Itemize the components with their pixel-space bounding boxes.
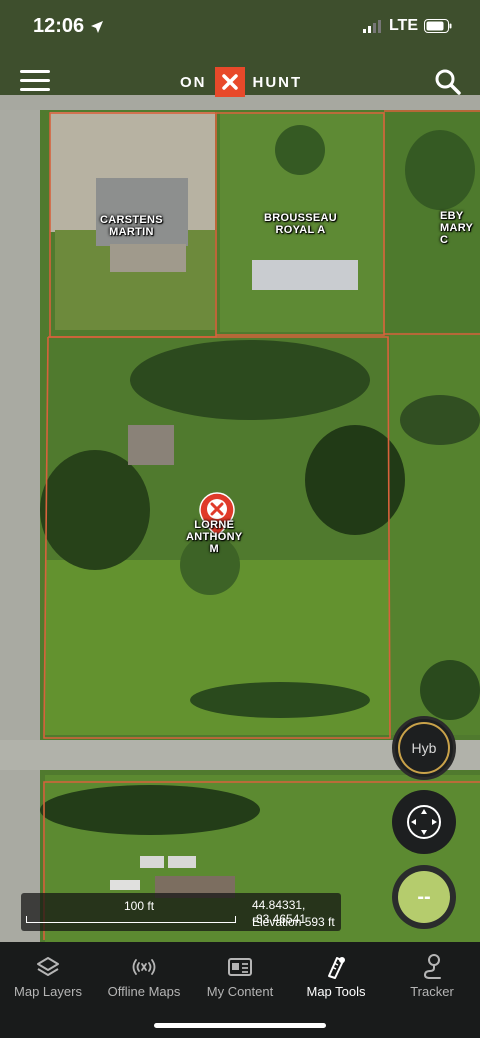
logo-x-icon — [214, 67, 245, 97]
parcel-label-brousseau: BROUSSEAU ROYAL A — [264, 212, 337, 236]
logo-text-right: HUNT — [252, 73, 303, 91]
tab-label: Offline Maps — [107, 984, 181, 999]
offline-icon — [96, 950, 192, 984]
status-indicators: LTE — [362, 17, 452, 35]
status-bar: 12:06 LTE — [0, 0, 480, 52]
tab-map-layers[interactable]: Map Layers — [0, 950, 96, 999]
signal-icon — [362, 20, 381, 33]
network-label: LTE — [388, 17, 418, 34]
tracker-icon — [384, 950, 480, 984]
scale-coordinates-panel: 100 ft 44.84331, -83.46541 Elevation 593… — [21, 893, 341, 931]
gps-location-button[interactable]: -- — [392, 865, 456, 929]
location-arrow-icon — [90, 20, 103, 33]
tools-icon — [288, 950, 384, 984]
parcel-label-eby: EBY MARY C — [440, 210, 473, 246]
scale-label: 100 ft — [124, 899, 155, 913]
onx-logo: ON HUNT — [180, 66, 302, 98]
content-icon — [192, 950, 288, 984]
compass-button[interactable] — [392, 790, 456, 854]
map-layer-toggle-button[interactable]: Hyb — [392, 716, 456, 780]
tab-tracker[interactable]: Tracker — [384, 950, 480, 999]
bottom-tab-bar: Map Layers Offline Maps My Content Map T… — [0, 942, 480, 1038]
scale-bar — [26, 916, 236, 923]
layers-icon — [0, 950, 96, 984]
battery-icon — [424, 19, 452, 33]
logo-text-left: ON — [180, 73, 207, 91]
tab-map-tools[interactable]: Map Tools — [288, 950, 384, 999]
tab-label: Map Layers — [14, 984, 82, 999]
gps-label: -- — [398, 871, 450, 923]
compass-icon — [407, 805, 441, 839]
tab-my-content[interactable]: My Content — [192, 950, 288, 999]
search-icon[interactable] — [434, 68, 462, 96]
map-layer-label: Hyb — [398, 722, 450, 774]
tab-label: My Content — [206, 984, 274, 999]
parcel-label-carstens: CARSTENS MARTIN — [100, 214, 163, 238]
menu-icon[interactable] — [20, 70, 50, 94]
tab-label: Tracker — [410, 984, 454, 999]
elevation-text: Elevation 593 ft — [252, 915, 335, 929]
tab-offline-maps[interactable]: Offline Maps — [96, 950, 192, 999]
status-time: 12:06 — [33, 15, 104, 38]
time-text: 12:06 — [33, 15, 85, 37]
home-indicator[interactable] — [154, 1023, 326, 1028]
location-pin-icon[interactable] — [199, 492, 235, 538]
tab-label: Map Tools — [306, 984, 366, 999]
